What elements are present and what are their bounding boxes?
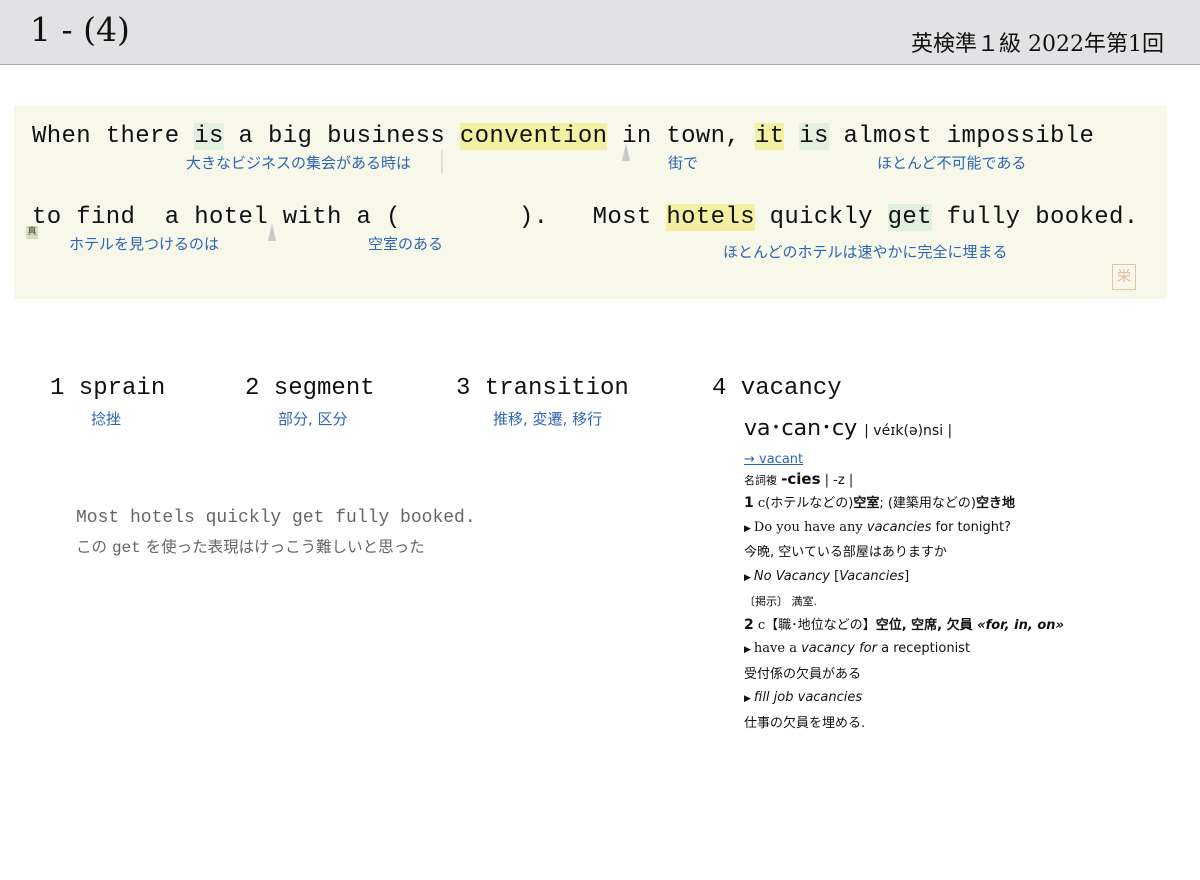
dict-example-4-ja: 仕事の欠員を埋める.: [744, 715, 866, 731]
sentence-line-1: When there is a big business convention …: [32, 123, 1095, 150]
gloss-most-hotels: ほとんどのホテルは速やかに完全に埋まる: [723, 243, 1008, 261]
dict-sense-1: 1 c(ホテルなどの)空室; (建築用などの)空き地: [744, 495, 1016, 511]
title-bar: 1 - (4) 英検準１級 2022年第1回: [0, 0, 1200, 65]
exam-label: 英検準１級 2022年第1回: [911, 32, 1164, 57]
choice-2: 2 segment: [245, 375, 375, 402]
dict-pronunciation: | véɪk(ə)nsi |: [864, 423, 953, 439]
dict-example-3: ▶ have a vacancy for a receptionist: [744, 641, 971, 656]
dictionary-entry: va･can･cy | véɪk(ə)nsi | → vacant 名詞複 -c…: [744, 410, 1164, 735]
dict-example-4: ▶ fill job vacancies: [744, 690, 863, 705]
gloss-almost-impossible: ほとんど不可能である: [877, 154, 1027, 172]
dict-example-2-ja: 〔掲示〕 満室.: [744, 595, 817, 608]
note-english: Most hotels quickly get fully booked.: [76, 508, 476, 528]
gloss-find-hotel: ホテルを見つけるのは: [69, 235, 220, 253]
shin-marker-icon: 真: [26, 226, 38, 239]
sentence-line-2: to find a hotel with a ( ). Most hotels …: [32, 204, 1139, 231]
dict-example-2: ▶ No Vacancy [Vacancies]: [744, 568, 910, 584]
choice-1-gloss: 捻挫: [91, 410, 122, 428]
gloss-with-vacancy: 空室のある: [368, 235, 444, 253]
dict-example-3-ja: 受付係の欠員がある: [744, 666, 862, 682]
dict-example-1: ▶ Do you have any vacancies for tonight?: [744, 519, 1011, 535]
dict-headword: va･can･cy | véɪk(ə)nsi |: [744, 416, 953, 441]
vacant-link[interactable]: → vacant: [744, 452, 803, 467]
choice-3: 3 transition: [456, 375, 629, 402]
annotation-bar: [441, 150, 443, 174]
gloss-business-convention: 大きなビジネスの集会がある時は: [186, 154, 412, 172]
gloss-in-town: 街で: [668, 154, 699, 172]
choice-3-gloss: 推移, 変遷, 移行: [493, 410, 603, 428]
dict-pos: 名詞複 -cies | -z |: [744, 470, 854, 488]
annotation-pin: [622, 143, 630, 161]
seal-stamp-icon: 栄: [1112, 264, 1136, 290]
dict-example-1-ja: 今晩, 空いている部屋はありますか: [744, 545, 947, 560]
slide-title: 1 - (4): [30, 10, 130, 49]
annotation-pin: [268, 223, 276, 241]
note-japanese: この get を使った表現はけっこう難しいと思った: [76, 538, 425, 557]
dict-sense-2: 2 c【職･地位などの】空位, 空席, 欠員 «for, in, on»: [744, 616, 1064, 633]
choice-2-gloss: 部分, 区分: [278, 410, 348, 428]
choice-4: 4 vacancy: [712, 375, 842, 402]
choice-1: 1 sprain: [50, 375, 166, 402]
